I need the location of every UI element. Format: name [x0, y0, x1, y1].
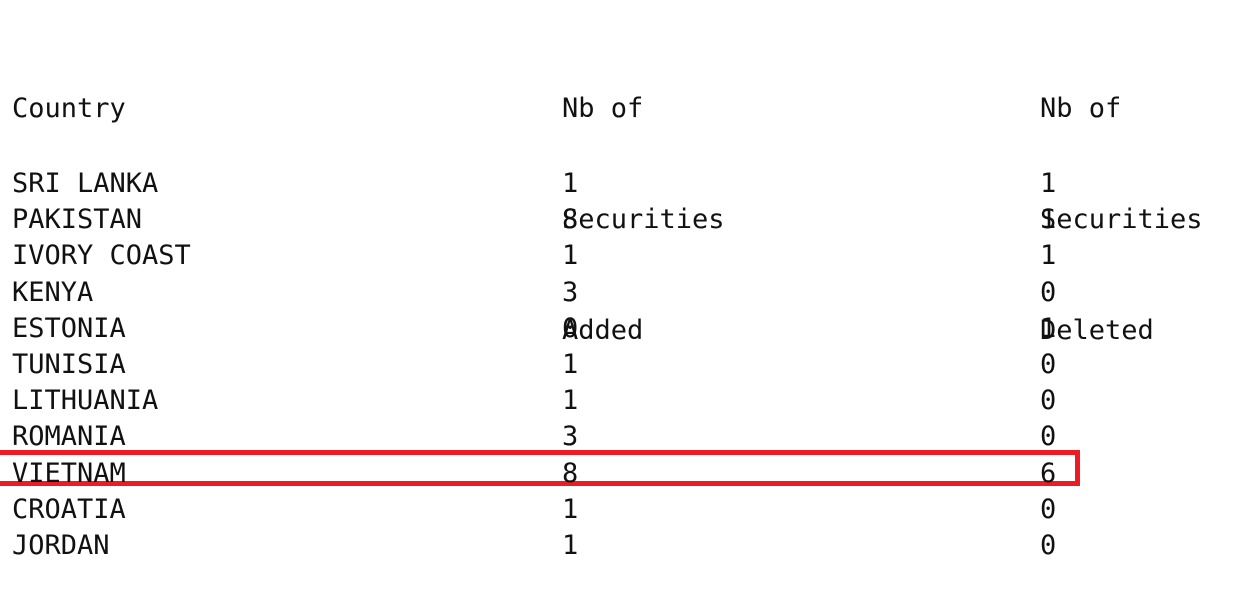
cell-securities-added: 0: [562, 312, 579, 344]
cell-securities-deleted: 6: [1040, 457, 1057, 489]
cell-securities-deleted: 0: [1040, 385, 1057, 417]
column-header-added-line-1: Nb of: [562, 93, 644, 124]
cell-country: IVORY COAST: [12, 240, 191, 272]
table-row: IVORY COAST 1 1: [0, 239, 1254, 275]
table-row: ROMANIA 3 0: [0, 420, 1254, 456]
cell-securities-deleted: 0: [1040, 348, 1057, 380]
cell-country: PAKISTAN: [12, 204, 143, 236]
cell-securities-deleted: 1: [1040, 312, 1057, 344]
cell-securities-added: 1: [562, 385, 579, 417]
cell-country: JORDAN: [12, 529, 110, 561]
cell-securities-added: 1: [562, 240, 579, 272]
cell-securities-deleted: 0: [1040, 421, 1057, 453]
table-row: ESTONIA 0 1: [0, 312, 1254, 348]
table-row: VIETNAM 8 6: [0, 449, 1254, 493]
table-row: PAKISTAN 8 1: [0, 203, 1254, 239]
column-header-deleted-line-1: Nb of: [1040, 93, 1122, 124]
cell-securities-deleted: 0: [1040, 276, 1057, 308]
table-row: SRI LANKA 1 1: [0, 167, 1254, 203]
cell-securities-added: 1: [562, 493, 579, 525]
cell-securities-added: 8: [562, 457, 579, 489]
cell-securities-deleted: 1: [1040, 168, 1057, 199]
cell-securities-added: 1: [562, 168, 579, 199]
cell-securities-added: 1: [562, 348, 579, 380]
column-header-country: Country: [12, 93, 126, 124]
cell-country: KENYA: [12, 276, 94, 308]
document-page: Country Nb of Securities Added Nb of Sec…: [0, 0, 1254, 592]
table-row: KENYA 3 0: [0, 276, 1254, 312]
table-header-row: Country Nb of Securities Added Nb of Sec…: [0, 16, 1254, 346]
cell-securities-deleted: 1: [1040, 204, 1057, 236]
cell-country: VIETNAM: [12, 457, 126, 489]
cell-securities-added: 8: [562, 204, 579, 236]
cell-country: TUNISIA: [12, 348, 126, 380]
cell-country: SRI LANKA: [12, 168, 159, 199]
cell-securities-added: 3: [562, 421, 579, 453]
cell-securities-deleted: 0: [1040, 493, 1057, 525]
table-row: LITHUANIA 1 0: [0, 384, 1254, 420]
cell-country: LITHUANIA: [12, 385, 159, 417]
cell-securities-deleted: 1: [1040, 240, 1057, 272]
cell-securities-added: 1: [562, 529, 579, 561]
cell-country: CROATIA: [12, 493, 126, 525]
cell-country: ESTONIA: [12, 312, 126, 344]
table-body: SRI LANKA 1 1 PAKISTAN 8 1 IVORY COAST 1 1 KENYA 3…: [0, 167, 1254, 565]
cell-country: ROMANIA: [12, 421, 126, 453]
table-row: TUNISIA 1 0: [0, 348, 1254, 384]
table-row: JORDAN 1 0: [0, 529, 1254, 565]
cell-securities-added: 3: [562, 276, 579, 308]
table-row: CROATIA 1 0: [0, 493, 1254, 529]
securities-table: Country Nb of Securities Added Nb of Sec…: [0, 0, 1254, 592]
cell-securities-deleted: 0: [1040, 529, 1057, 561]
